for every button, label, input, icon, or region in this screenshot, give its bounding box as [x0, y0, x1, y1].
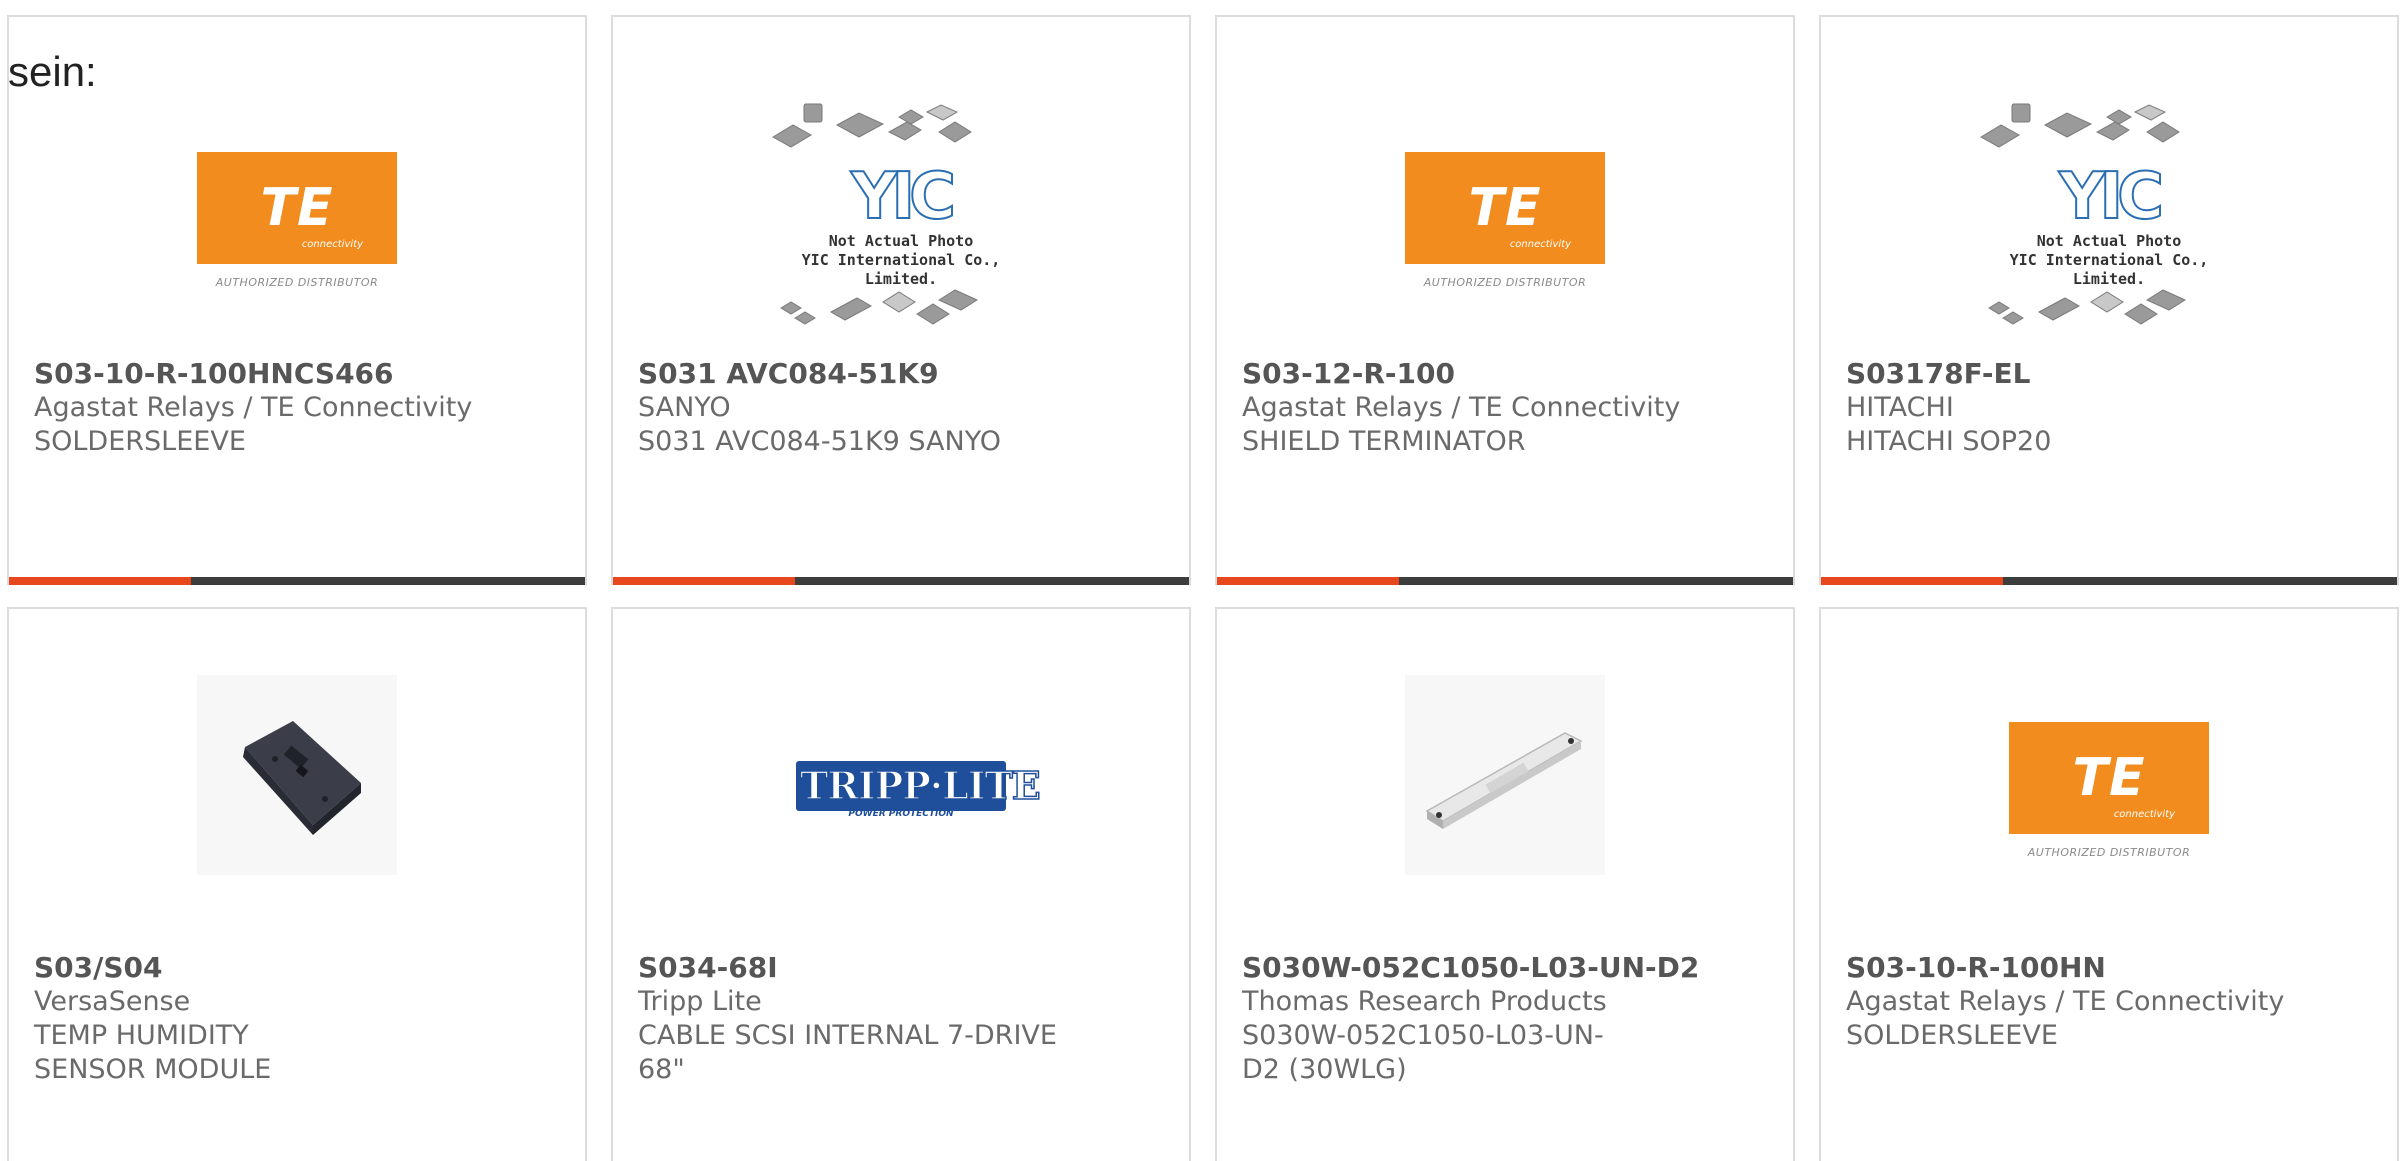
product-image-led-driver-photo[interactable]	[1405, 675, 1605, 875]
description: S030W-052C1050-L03-UN-D2 (30WLG)	[1242, 1020, 1604, 1085]
te-logo: TE connectivity AUTHORIZED DISTRIBUTOR	[197, 151, 397, 289]
card-bottom-bar	[1821, 577, 2397, 585]
manufacturer: Tripp Lite	[638, 986, 762, 1017]
part-number-link[interactable]: S031 AVC084-51K9	[638, 357, 1169, 391]
te-logo-mark: TE	[2072, 747, 2146, 808]
te-logo-sub: connectivity	[301, 238, 363, 250]
te-logo-foot: AUTHORIZED DISTRIBUTOR	[2027, 845, 2191, 859]
product-image-tripp-lite-logo[interactable]: TRIPP·LITE POWER PROTECTION	[771, 675, 1042, 905]
product-image-yic-placeholder[interactable]: YIC Not Actual Photo YIC International C…	[771, 103, 1031, 337]
description: SHIELD TERMINATOR	[1242, 426, 1526, 457]
product-card[interactable]: YIC Not Actual Photo YIC International C…	[1819, 15, 2399, 585]
description: SOLDERSLEEVE	[34, 426, 246, 457]
product-image-te-logo[interactable]: TE connectivity AUTHORIZED DISTRIBUTOR	[1375, 105, 1635, 335]
te-logo: TE connectivity AUTHORIZED DISTRIBUTOR	[1405, 151, 1605, 289]
product-card[interactable]: TE connectivity AUTHORIZED DISTRIBUTOR S…	[1215, 15, 1795, 585]
part-number-link[interactable]: S03-10-R-100HNCS466	[34, 357, 565, 391]
te-logo: TE connectivity AUTHORIZED DISTRIBUTOR	[2009, 721, 2209, 859]
product-grid: TE connectivity AUTHORIZED DISTRIBUTOR S…	[7, 15, 2399, 1161]
card-bottom-bar	[613, 577, 1189, 585]
product-image-sensor-photo[interactable]	[197, 675, 397, 875]
product-card[interactable]: TE connectivity AUTHORIZED DISTRIBUTOR S…	[1819, 607, 2399, 1161]
te-logo-mark: TE	[260, 177, 334, 238]
manufacturer: VersaSense	[34, 986, 191, 1017]
description: SOLDERSLEEVE	[1846, 1020, 2058, 1051]
part-number-link[interactable]: S03-10-R-100HN	[1846, 951, 2377, 985]
tripp-lite-sub: POWER PROTECTION	[848, 809, 954, 819]
part-number-link[interactable]: S034-68I	[638, 951, 1169, 985]
manufacturer: Agastat Relays / TE Connectivity	[1242, 392, 1681, 423]
manufacturer: Agastat Relays / TE Connectivity	[34, 392, 473, 423]
te-logo-sub: connectivity	[1509, 238, 1571, 250]
yic-caption-line-1: Not Actual Photo	[828, 232, 974, 250]
product-image-yic-placeholder[interactable]: YIC Not Actual Photo YIC International C…	[1979, 103, 2239, 337]
manufacturer: Agastat Relays / TE Connectivity	[1846, 986, 2285, 1017]
product-card[interactable]: TRIPP·LITE POWER PROTECTION S034-68I Tri…	[611, 607, 1191, 1161]
description: HITACHI SOP20	[1846, 426, 2052, 457]
te-logo-foot: AUTHORIZED DISTRIBUTOR	[215, 275, 379, 289]
product-card[interactable]: S030W-052C1050-L03-UN-D2 Thomas Research…	[1215, 607, 1795, 1161]
card-accent	[9, 577, 191, 585]
product-image-te-logo[interactable]: TE connectivity AUTHORIZED DISTRIBUTOR	[167, 105, 427, 335]
yic-caption-line-1: Not Actual Photo	[2036, 232, 2182, 250]
card-bottom-bar	[9, 577, 585, 585]
yic-logo: YIC	[2058, 159, 2165, 235]
led-driver-photo	[1405, 675, 1605, 875]
yic-caption: Not Actual Photo YIC International Co., …	[1979, 232, 2239, 289]
sensor-module-photo	[197, 675, 397, 875]
te-logo-foot: AUTHORIZED DISTRIBUTOR	[1423, 275, 1587, 289]
part-number-link[interactable]: S03/S04	[34, 951, 565, 985]
tripp-lite-name: TRIPP·LITE	[796, 761, 1042, 811]
yic-caption: Not Actual Photo YIC International Co., …	[771, 232, 1031, 289]
card-accent	[1821, 577, 2003, 585]
yic-placeholder-image: YIC Not Actual Photo YIC International C…	[1979, 102, 2239, 342]
description: S031 AVC084-51K9 SANYO	[638, 426, 1001, 457]
card-accent	[613, 577, 795, 585]
description: CABLE SCSI INTERNAL 7-DRIVE 68"	[638, 1020, 1057, 1085]
te-logo-mark: TE	[1468, 177, 1542, 238]
part-number-link[interactable]: S03178F-EL	[1846, 357, 2377, 391]
product-card[interactable]: S03/S04 VersaSense TEMP HUMIDITY SENSOR …	[7, 607, 587, 1161]
product-card[interactable]: YIC Not Actual Photo YIC International C…	[611, 15, 1191, 585]
te-logo-sub: connectivity	[2113, 808, 2175, 820]
part-number-link[interactable]: S03-12-R-100	[1242, 357, 1773, 391]
card-accent	[1217, 577, 1399, 585]
yic-caption-line-2: YIC International Co., Limited.	[801, 251, 1001, 288]
part-number-link[interactable]: S030W-052C1050-L03-UN-D2	[1242, 951, 1773, 985]
tripp-lite-logo: TRIPP·LITE POWER PROTECTION	[796, 761, 1042, 819]
product-card[interactable]: TE connectivity AUTHORIZED DISTRIBUTOR S…	[7, 15, 587, 585]
manufacturer: Thomas Research Products	[1242, 986, 1607, 1017]
manufacturer: SANYO	[638, 392, 731, 423]
yic-placeholder-image: YIC Not Actual Photo YIC International C…	[771, 102, 1031, 342]
description: TEMP HUMIDITY SENSOR MODULE	[34, 1020, 272, 1085]
intro-text: sein:	[8, 48, 97, 95]
card-bottom-bar	[1217, 577, 1793, 585]
yic-caption-line-2: YIC International Co., Limited.	[2009, 251, 2209, 288]
product-image-te-logo[interactable]: TE connectivity AUTHORIZED DISTRIBUTOR	[1979, 675, 2239, 905]
manufacturer: HITACHI	[1846, 392, 1954, 423]
yic-logo: YIC	[850, 159, 957, 235]
